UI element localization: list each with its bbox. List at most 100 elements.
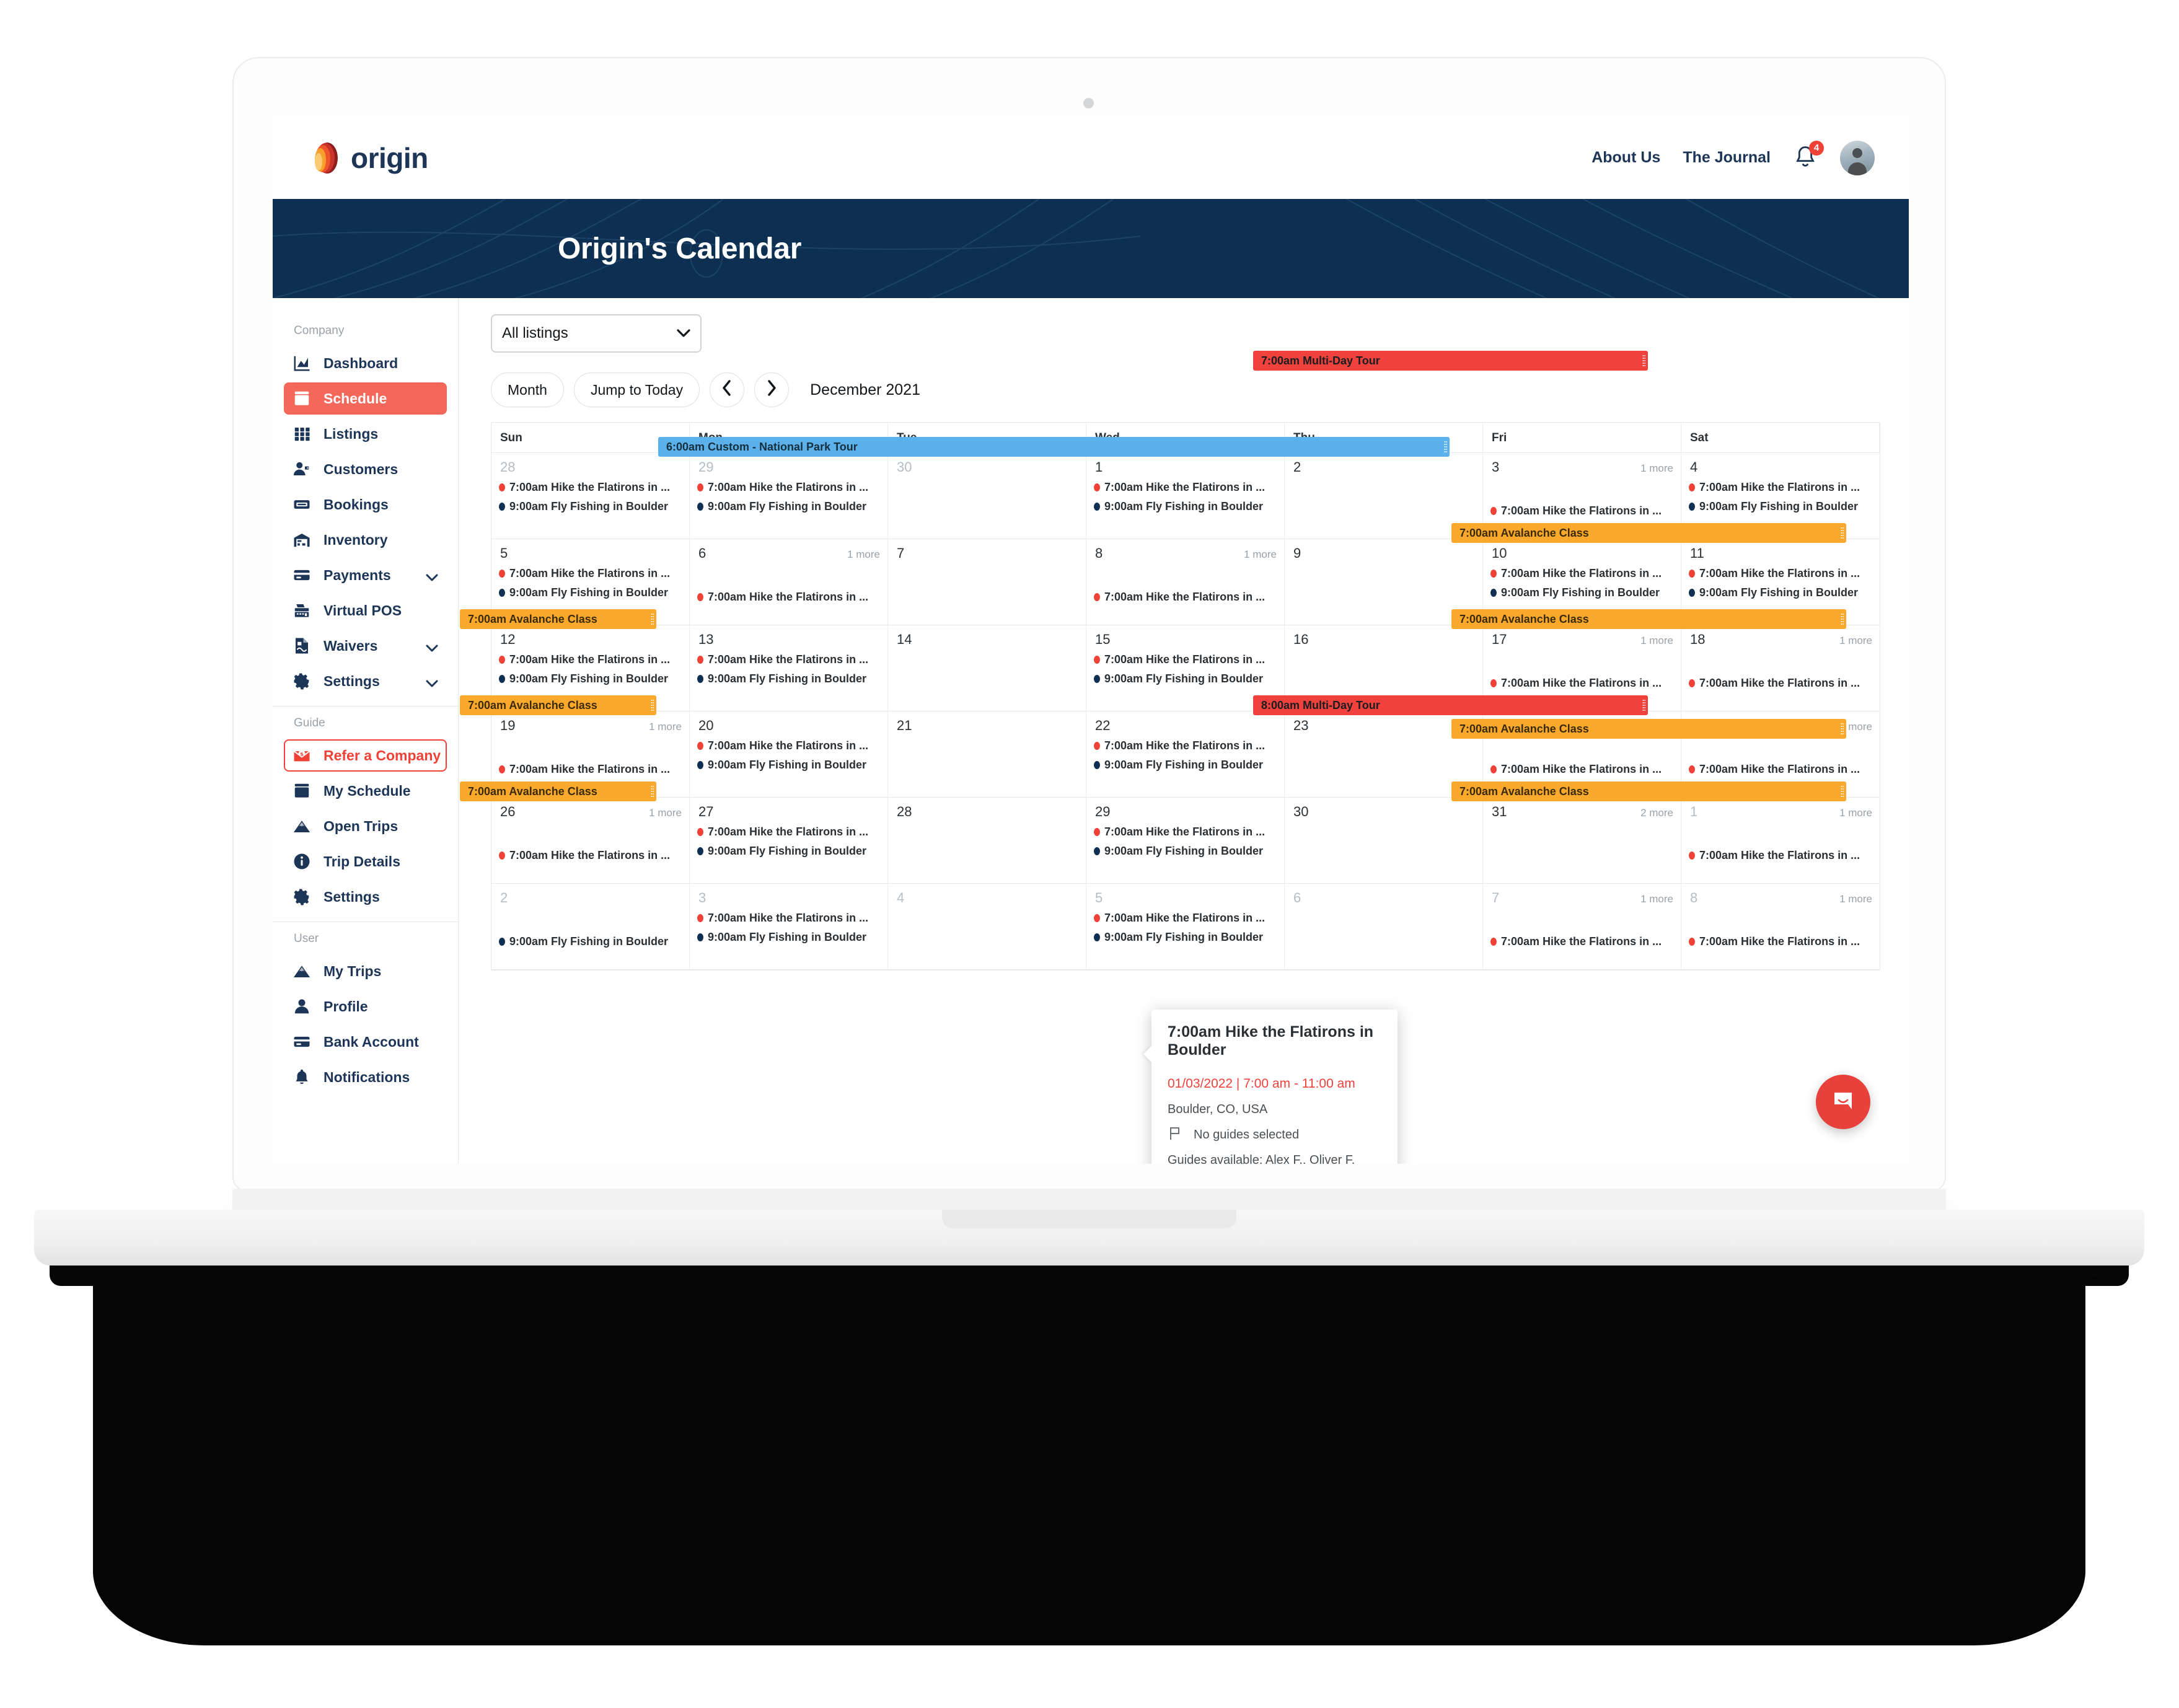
resize-grip-handle[interactable]: [651, 699, 654, 711]
sidebar-item-my-trips[interactable]: My Trips: [284, 955, 447, 987]
calendar-event[interactable]: 7:00am Hike the Flatirons in ...: [690, 822, 887, 842]
notifications-button[interactable]: 4: [1793, 140, 1824, 172]
more-events-link[interactable]: 1 more: [847, 548, 880, 561]
sidebar-item-settings[interactable]: Settings: [284, 881, 447, 913]
calendar-event[interactable]: 7:00am Hike the Flatirons in ...: [1086, 822, 1284, 842]
more-events-link[interactable]: 1 more: [649, 721, 682, 733]
calendar-event[interactable]: 9:00am Fly Fishing in Boulder: [690, 842, 887, 861]
calendar-day-cell[interactable]: 13 7:00am Hike the Flatirons in ... 9:00am…: [690, 625, 888, 711]
calendar-event[interactable]: 7:00am Hike the Flatirons in ...: [491, 760, 689, 779]
more-events-link[interactable]: 1 more: [1839, 807, 1872, 819]
sidebar-item-listings[interactable]: Listings: [284, 418, 447, 450]
sidebar-item-trip-details[interactable]: Trip Details: [284, 845, 447, 878]
calendar-day-cell[interactable]: 4: [888, 884, 1086, 970]
more-events-link[interactable]: 2 more: [1640, 807, 1673, 819]
resize-grip-handle[interactable]: [1841, 785, 1844, 798]
calendar-day-cell[interactable]: 30: [888, 453, 1086, 539]
next-month-button[interactable]: [754, 372, 790, 407]
calendar-day-cell[interactable]: 14: [888, 625, 1086, 711]
calendar-event[interactable]: 7:00am Hike the Flatirons in ...: [491, 650, 689, 669]
calendar-day-cell[interactable]: 29 7:00am Hike the Flatirons in ... 9:00am…: [1086, 798, 1285, 884]
calendar-day-cell[interactable]: 27 7:00am Hike the Flatirons in ... 9:00am…: [690, 798, 888, 884]
sidebar-item-dashboard[interactable]: Dashboard: [284, 347, 447, 379]
calendar-day-cell[interactable]: 28: [888, 798, 1086, 884]
calendar-span-event[interactable]: 7:00am Avalanche Class: [1451, 719, 1846, 739]
calendar-event[interactable]: 7:00am Hike the Flatirons in ...: [1681, 932, 1880, 951]
calendar-span-event[interactable]: 7:00am Avalanche Class: [460, 781, 656, 801]
calendar-event[interactable]: 9:00am Fly Fishing in Boulder: [491, 497, 689, 516]
calendar-day-cell[interactable]: 1 7:00am Hike the Flatirons in ... 9:00am …: [1086, 453, 1285, 539]
chat-widget-button[interactable]: [1816, 1075, 1870, 1129]
calendar-span-event[interactable]: 7:00am Avalanche Class: [460, 695, 656, 715]
calendar-event[interactable]: 9:00am Fly Fishing in Boulder: [690, 755, 887, 775]
calendar-event[interactable]: 7:00am Hike the Flatirons in ...: [1483, 932, 1681, 951]
calendar-event[interactable]: 7:00am Hike the Flatirons in ...: [1681, 846, 1880, 865]
sidebar-item-bank-account[interactable]: Bank Account: [284, 1026, 447, 1058]
sidebar-item-refer-a-company[interactable]: $ Refer a Company: [284, 739, 447, 772]
calendar-day-cell[interactable]: 6 1 more 7:00am Hike the Flatirons in ...: [690, 539, 888, 625]
calendar-span-event[interactable]: 7:00am Avalanche Class: [460, 609, 656, 629]
calendar-day-cell[interactable]: 8 1 more 7:00am Hike the Flatirons in ...: [1086, 539, 1285, 625]
calendar-event[interactable]: 7:00am Hike the Flatirons in ...: [1681, 564, 1880, 583]
resize-grip-handle[interactable]: [1444, 441, 1447, 453]
calendar-event[interactable]: 9:00am Fly Fishing in Boulder: [1086, 928, 1284, 947]
calendar-span-event[interactable]: 7:00am Avalanche Class: [1451, 523, 1846, 543]
calendar-event[interactable]: 7:00am Hike the Flatirons in ...: [1483, 501, 1681, 521]
calendar-event[interactable]: 9:00am Fly Fishing in Boulder: [1681, 583, 1880, 602]
calendar-event[interactable]: 7:00am Hike the Flatirons in ...: [690, 909, 887, 928]
sidebar-item-payments[interactable]: Payments: [284, 559, 447, 591]
calendar-event[interactable]: 9:00am Fly Fishing in Boulder: [491, 669, 689, 689]
calendar-span-event[interactable]: 7:00am Avalanche Class: [1451, 609, 1846, 629]
sidebar-item-profile[interactable]: Profile: [284, 990, 447, 1023]
calendar-event[interactable]: 7:00am Hike the Flatirons in ...: [1086, 909, 1284, 928]
sidebar-item-schedule[interactable]: Schedule: [284, 382, 447, 415]
nav-link-the-journal[interactable]: The Journal: [1683, 149, 1771, 167]
calendar-day-cell[interactable]: 26 1 more 7:00am Hike the Flatirons in ...: [491, 798, 690, 884]
calendar-day-cell[interactable]: 29 7:00am Hike the Flatirons in ... 9:00am…: [690, 453, 888, 539]
avatar[interactable]: [1840, 140, 1875, 175]
listing-filter-select[interactable]: All listings: [491, 314, 702, 353]
calendar-event[interactable]: 9:00am Fly Fishing in Boulder: [690, 928, 887, 947]
more-events-link[interactable]: 1 more: [1640, 462, 1673, 475]
more-events-link[interactable]: 1 more: [1640, 893, 1673, 905]
calendar-event[interactable]: 7:00am Hike the Flatirons in ...: [1681, 674, 1880, 693]
calendar-event[interactable]: 7:00am Hike the Flatirons in ...: [491, 846, 689, 865]
resize-grip-handle[interactable]: [651, 613, 654, 625]
calendar-day-cell[interactable]: 8 1 more 7:00am Hike the Flatirons in ...: [1681, 884, 1880, 970]
resize-grip-handle[interactable]: [651, 785, 654, 798]
calendar-day-cell[interactable]: 3 7:00am Hike the Flatirons in ... 9:00am …: [690, 884, 888, 970]
calendar-event[interactable]: 7:00am Hike the Flatirons in ...: [690, 478, 887, 497]
calendar-event[interactable]: 7:00am Hike the Flatirons in ...: [1483, 674, 1681, 693]
calendar-event[interactable]: 7:00am Hike the Flatirons in ...: [1483, 760, 1681, 779]
resize-grip-handle[interactable]: [1642, 699, 1645, 711]
calendar-day-cell[interactable]: 28 7:00am Hike the Flatirons in ... 9:00am…: [491, 453, 690, 539]
nav-link-about-us[interactable]: About Us: [1591, 149, 1660, 167]
more-events-link[interactable]: 1 more: [1640, 635, 1673, 647]
sidebar-item-settings[interactable]: Settings: [284, 665, 447, 697]
calendar-event[interactable]: 7:00am Hike the Flatirons in ...: [1086, 478, 1284, 497]
resize-grip-handle[interactable]: [1841, 613, 1844, 625]
calendar-span-event[interactable]: 8:00am Multi-Day Tour: [1253, 695, 1648, 715]
more-events-link[interactable]: 1 more: [1244, 548, 1277, 561]
sidebar-item-bookings[interactable]: Bookings: [284, 488, 447, 521]
calendar-event[interactable]: 9:00am Fly Fishing in Boulder: [1086, 497, 1284, 516]
calendar-day-cell[interactable]: 31 2 more: [1483, 798, 1681, 884]
calendar-event[interactable]: 7:00am Hike the Flatirons in ...: [491, 564, 689, 583]
calendar-span-event[interactable]: 7:00am Multi-Day Tour: [1253, 351, 1648, 371]
calendar-event[interactable]: 7:00am Hike the Flatirons in ...: [1681, 478, 1880, 497]
more-events-link[interactable]: 1 more: [1839, 635, 1872, 647]
calendar-event[interactable]: 7:00am Hike the Flatirons in ...: [690, 736, 887, 755]
calendar-day-cell[interactable]: 5 7:00am Hike the Flatirons in ... 9:00am …: [1086, 884, 1285, 970]
calendar-day-cell[interactable]: 22 7:00am Hike the Flatirons in ... 9:00am…: [1086, 711, 1285, 798]
resize-grip-handle[interactable]: [1841, 723, 1844, 735]
calendar-day-cell[interactable]: 7: [888, 539, 1086, 625]
calendar-event[interactable]: 9:00am Fly Fishing in Boulder: [1086, 755, 1284, 775]
more-events-link[interactable]: 1 more: [1839, 893, 1872, 905]
calendar-event[interactable]: 9:00am Fly Fishing in Boulder: [491, 932, 689, 951]
calendar-event[interactable]: 9:00am Fly Fishing in Boulder: [1681, 497, 1880, 516]
calendar-span-event[interactable]: 6:00am Custom - National Park Tour: [658, 437, 1450, 457]
sidebar-item-open-trips[interactable]: Open Trips: [284, 810, 447, 842]
view-month-button[interactable]: Month: [491, 372, 564, 407]
calendar-day-cell[interactable]: 6: [1285, 884, 1483, 970]
resize-grip-handle[interactable]: [1841, 527, 1844, 539]
